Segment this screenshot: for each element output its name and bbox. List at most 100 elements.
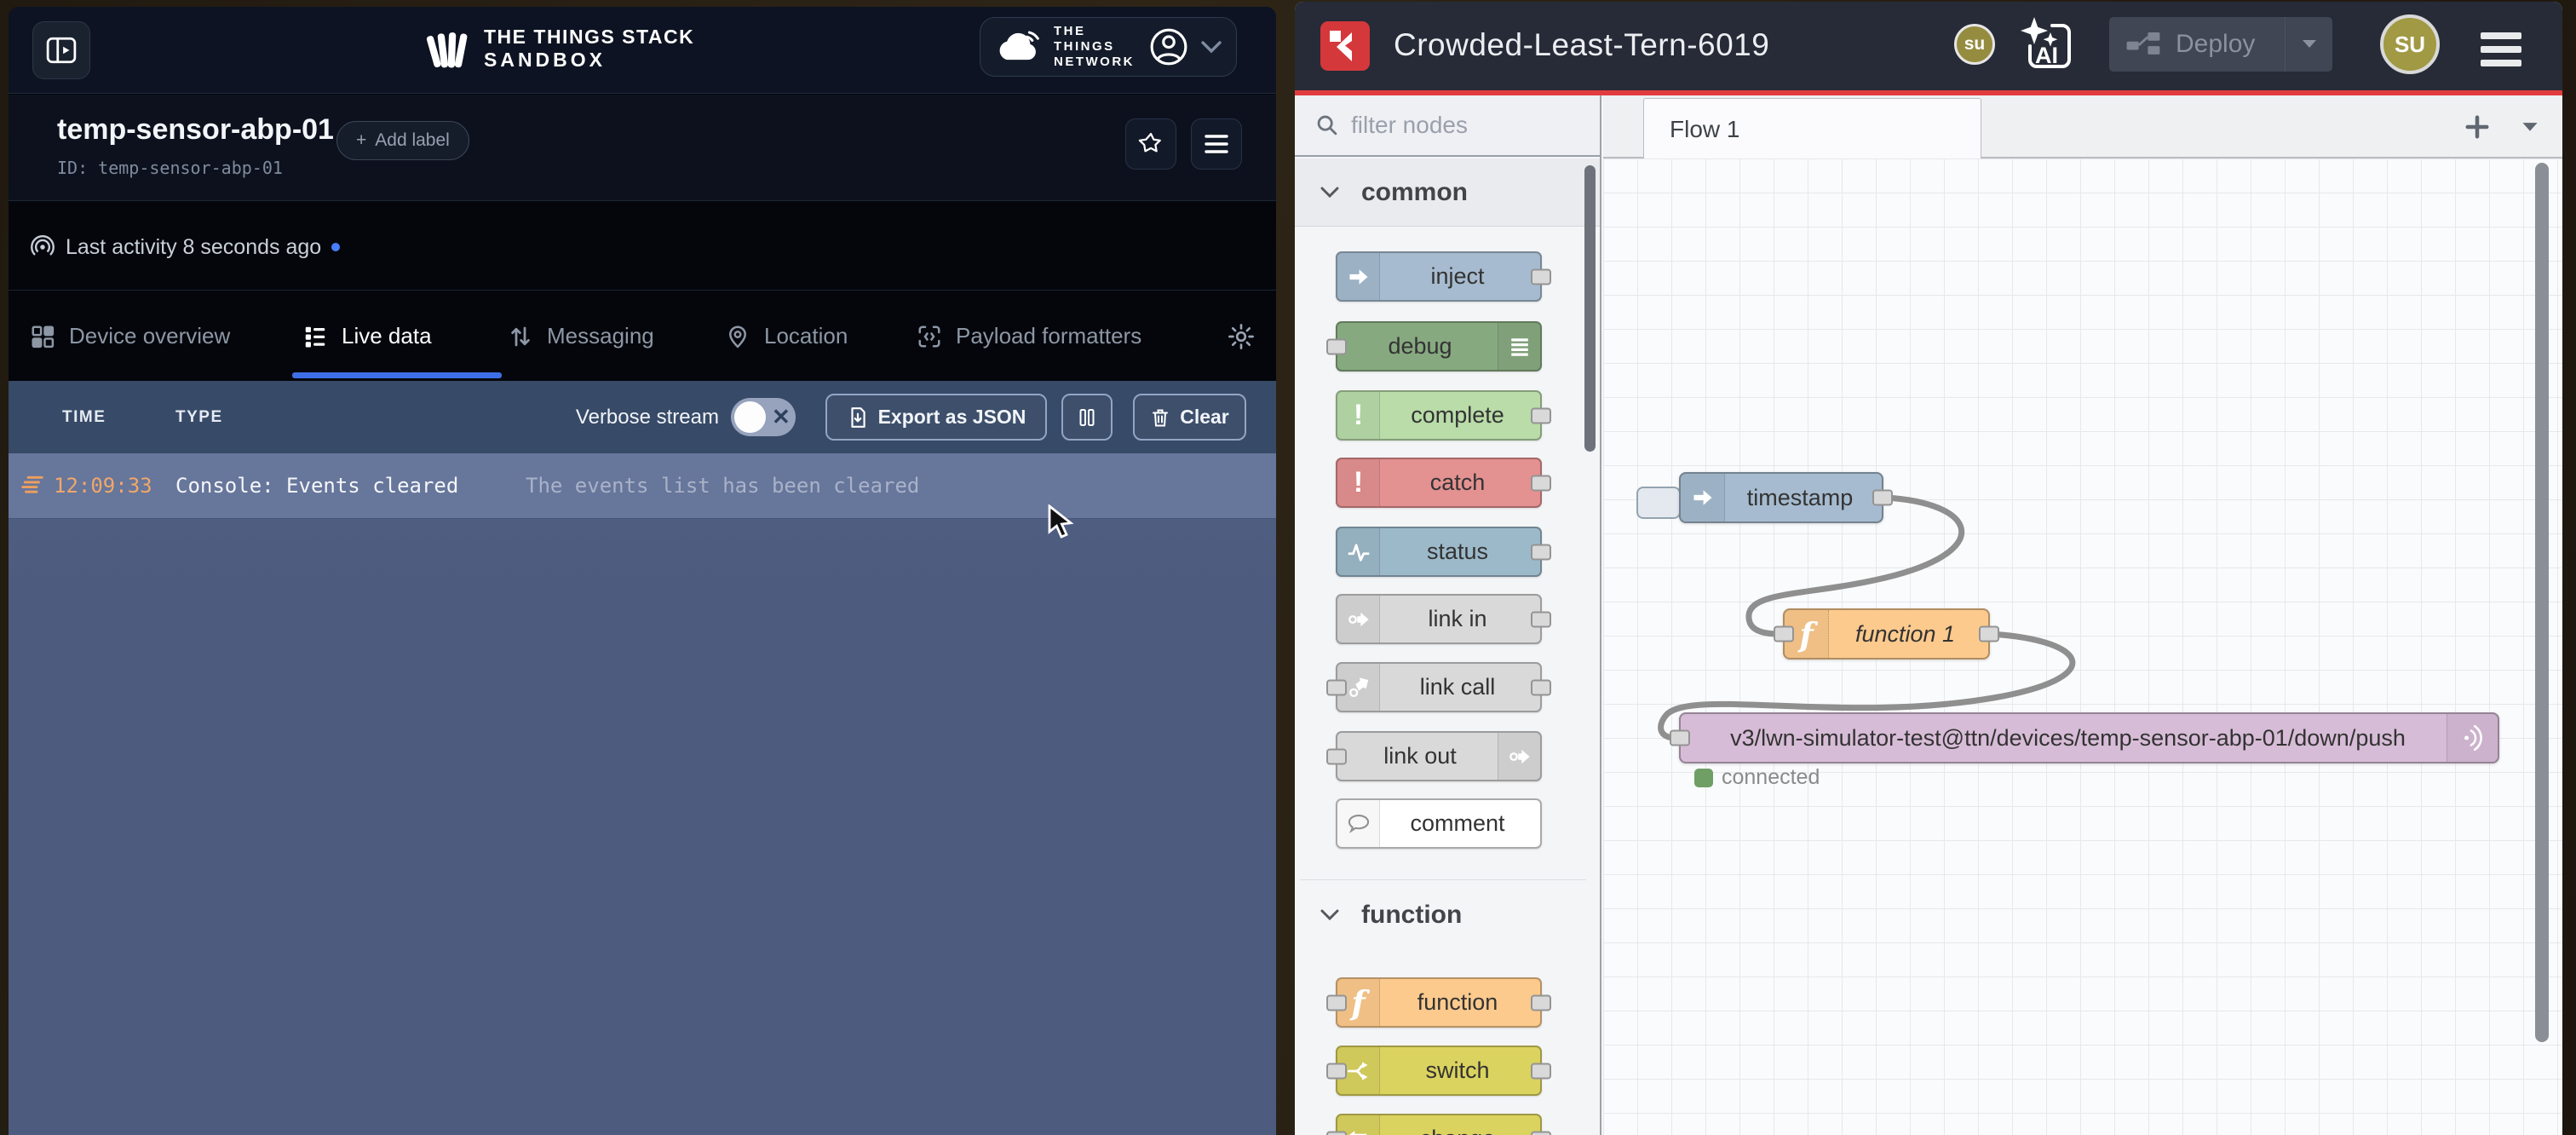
palette-node-debug[interactable]: debug [1336,321,1542,372]
palette-category-function[interactable]: function [1295,881,1600,949]
tab-label: Payload formatters [956,323,1141,349]
nodered-logo [1320,21,1370,71]
category-label: common [1361,178,1468,207]
node-port-out[interactable] [1531,994,1551,1011]
node-port-out[interactable] [1531,268,1551,285]
node-port-in[interactable] [1326,748,1347,764]
tab-device-overview[interactable]: Device overview [30,323,230,349]
pause-icon [1077,406,1097,429]
palette-search[interactable] [1295,95,1600,157]
deploy-button[interactable]: Deploy [2109,17,2332,72]
ttn-logo-icon [424,26,469,71]
tab-label: Live data [342,323,432,349]
tab-live-data[interactable]: Live data [302,323,432,349]
chevron-down-icon [1320,187,1339,199]
event-row[interactable]: 12:09:33 Console: Events cleared The eve… [9,453,1276,519]
palette-node-comment[interactable]: comment [1336,798,1542,849]
node-port-out[interactable] [1531,407,1551,423]
node-port-out[interactable] [1531,1063,1551,1079]
tab-label: Device overview [69,323,230,349]
flow-tab-label: Flow 1 [1670,116,1739,143]
node-port-in[interactable] [1326,338,1347,354]
node-port-in[interactable] [1326,994,1347,1011]
node-port-out[interactable] [1531,544,1551,560]
sidebar-toggle-button[interactable] [32,21,90,79]
map-pin-icon [725,324,750,349]
inject-arrow-icon [1681,474,1725,521]
ai-assistant-button[interactable]: AI [2016,14,2078,75]
export-json-label: Export as JSON [878,406,1026,429]
palette-scrollbar[interactable] [1584,165,1596,452]
palette-node-complete[interactable]: ! complete [1336,390,1542,441]
node-port-out[interactable] [1531,475,1551,491]
network-name-line2: NETWORK [1054,55,1135,69]
pulse-icon [1337,528,1380,575]
pause-stream-button[interactable] [1061,394,1113,441]
main-menu-button[interactable] [2481,32,2521,66]
ttn-logo-subtitle: SANDBOX [484,49,606,71]
palette-node-catch[interactable]: ! catch [1336,458,1542,508]
tab-label: Messaging [547,323,654,349]
tab-flow-1[interactable]: Flow 1 [1643,98,1981,160]
bookmark-button[interactable] [1125,118,1176,170]
node-port-in[interactable] [1670,730,1690,746]
ttn-console-window: THE THINGS STACK SANDBOX THE THINGS NETW… [9,7,1276,1135]
network-switcher-button[interactable]: THE THINGS NETWORK [980,17,1237,77]
node-palette: common inject debug ! complete [1295,95,1601,1135]
node-port-in[interactable] [1326,1131,1347,1135]
node-port-out[interactable] [1979,626,1999,642]
tab-payload-formatters[interactable]: Payload formatters [917,323,1141,349]
palette-node-function[interactable]: f function [1336,977,1542,1028]
node-port-in[interactable] [1774,626,1794,642]
clear-label: Clear [1180,406,1229,429]
toggle-off-x-icon: ✕ [772,404,791,430]
palette-node-link-in[interactable]: link in [1336,594,1542,644]
export-json-button[interactable]: Export as JSON [825,394,1047,441]
node-status-text: connected [1722,765,1820,790]
tab-messaging[interactable]: Messaging [508,323,654,349]
deploy-options-caret[interactable] [2285,17,2332,72]
node-port-in[interactable] [1326,679,1347,695]
clear-events-button[interactable]: Clear [1133,394,1246,441]
user-badge-large[interactable]: SU [2380,14,2440,74]
node-port-in[interactable] [1326,1063,1347,1079]
palette-node-inject[interactable]: inject [1336,251,1542,302]
node-port-out[interactable] [1531,611,1551,627]
tab-location[interactable]: Location [725,323,848,349]
canvas-scrollbar[interactable] [2535,163,2549,1042]
palette-node-change[interactable]: change [1336,1114,1542,1135]
node-port-out[interactable] [1531,1131,1551,1135]
palette-search-input[interactable] [1351,112,1564,139]
inject-trigger-button[interactable] [1636,487,1681,519]
cloud-icon [994,30,1042,64]
add-flow-button[interactable] [2458,107,2497,147]
canvas-node-function-1[interactable]: f function 1 [1783,608,1990,660]
up-down-arrows-icon [508,324,533,349]
palette-node-switch[interactable]: switch [1336,1046,1542,1096]
code-brackets-icon [917,324,942,349]
node-port-out[interactable] [1872,490,1893,506]
deploy-label: Deploy [2176,30,2255,59]
verbose-stream-label: Verbose stream [562,406,719,429]
palette-node-status[interactable]: status [1336,527,1542,577]
flow-list-caret[interactable] [2515,114,2545,140]
palette-node-link-call[interactable]: link call [1336,662,1542,712]
canvas-node-timestamp[interactable]: timestamp [1679,472,1883,523]
add-label-button[interactable]: + Add label [336,121,469,160]
user-badge-small[interactable]: su [1954,24,1995,65]
avatar-icon [1149,27,1188,66]
canvas-node-mqtt-out[interactable]: v3/lwn-simulator-test@ttn/devices/temp-s… [1679,712,2499,763]
exclamation-icon: ! [1337,392,1380,439]
palette-category-common[interactable]: common [1295,158,1600,227]
flow-project-title: Crowded-Least-Tern-6019 [1394,27,1769,63]
palette-node-label: link call [1380,664,1535,711]
tabs-settings-button[interactable] [1228,323,1255,350]
workspace-tabbar: Flow 1 [1603,95,2562,158]
node-port-out[interactable] [1531,679,1551,695]
link-icon [1498,733,1540,780]
device-menu-button[interactable] [1191,118,1242,170]
palette-node-link-out[interactable]: link out [1336,731,1542,781]
flow-canvas[interactable]: timestamp f function 1 v3/lwn-simulator-… [1603,158,2562,1135]
verbose-stream-toggle[interactable]: ✕ [731,398,796,436]
canvas-node-label: v3/lwn-simulator-test@ttn/devices/temp-s… [1689,714,2447,762]
